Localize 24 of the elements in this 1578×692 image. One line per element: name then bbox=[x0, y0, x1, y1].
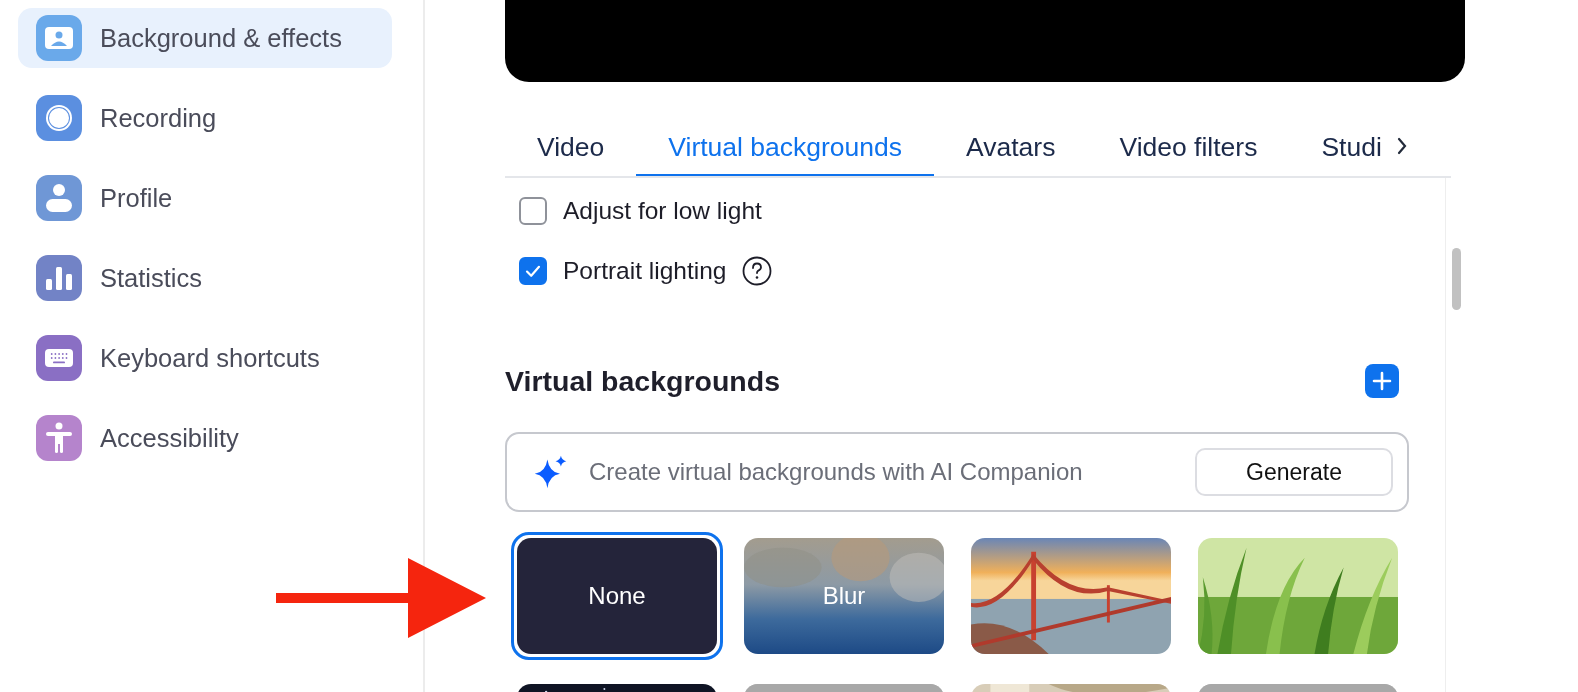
tab[interactable]: Virtual backgrounds bbox=[636, 112, 935, 176]
checkbox[interactable] bbox=[519, 197, 547, 225]
tab[interactable]: Avatars bbox=[934, 112, 1088, 176]
section-title: Virtual backgrounds bbox=[505, 364, 781, 398]
option-label: Portrait lighting bbox=[563, 257, 727, 285]
help-icon[interactable] bbox=[742, 256, 773, 286]
sidebar-item[interactable]: Background & effects bbox=[18, 8, 392, 68]
background-tile[interactable]: None bbox=[517, 538, 717, 654]
sidebar-item[interactable]: Keyboard shortcuts bbox=[18, 328, 392, 388]
generate-button[interactable]: Generate bbox=[1195, 448, 1393, 496]
tab[interactable]: Video bbox=[505, 112, 637, 176]
ai-prompt-text: Create virtual backgrounds with AI Companion bbox=[589, 458, 1084, 486]
background-tile[interactable]: Blur bbox=[744, 538, 944, 654]
chevron-right-icon[interactable] bbox=[1395, 136, 1408, 156]
checkbox[interactable] bbox=[519, 257, 547, 285]
scrollbar-thumb[interactable] bbox=[1452, 248, 1461, 310]
tab[interactable]: Studi bbox=[1289, 112, 1414, 176]
option-label: Adjust for low light bbox=[563, 197, 762, 225]
sidebar-item[interactable]: Accessibility bbox=[18, 408, 392, 468]
add-button[interactable] bbox=[1365, 364, 1399, 398]
tab[interactable]: Video filters bbox=[1087, 112, 1290, 176]
sidebar-item[interactable]: Profile bbox=[18, 168, 392, 228]
sidebar-item[interactable]: Statistics bbox=[18, 248, 392, 308]
sidebar-item[interactable]: Recording bbox=[18, 88, 392, 148]
